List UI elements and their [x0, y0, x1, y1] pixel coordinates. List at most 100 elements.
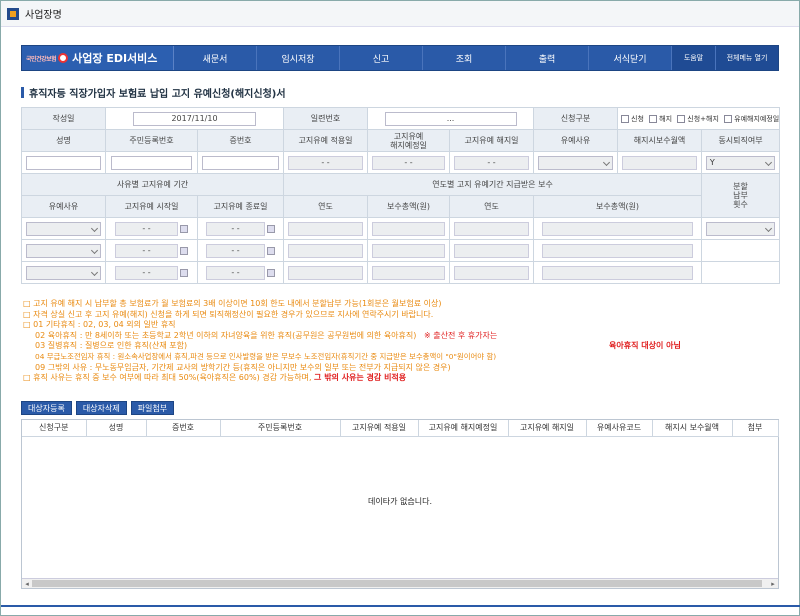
grid-col-cancel[interactable]: 고지유예 해지일	[508, 420, 587, 437]
calendar-icon[interactable]	[180, 268, 189, 277]
total-3a[interactable]	[372, 265, 445, 280]
nav-report[interactable]: 신고	[340, 46, 423, 70]
total-2b[interactable]	[542, 243, 693, 258]
logo-circle-icon	[58, 53, 69, 63]
date-change-checkbox[interactable]	[724, 114, 733, 123]
attach-file-button[interactable]: 파일첨부	[130, 401, 175, 415]
brand-name: 사업장 EDI서비스	[72, 52, 158, 65]
empty-message: 데이타가 없습니다.	[368, 497, 432, 506]
note-text: 03 질병휴직 : 질병으로 인한 휴직(산재 포함)	[35, 341, 188, 351]
col-installments: 분할 납부 횟수	[701, 173, 781, 218]
note-text: 02 육아휴직 : 만 8세이하 또는 초등학교 2학년 이하의 자녀양육을 위…	[35, 330, 417, 340]
apply-checkbox[interactable]	[621, 114, 630, 123]
col-total2: 보수총액(원)	[533, 195, 703, 218]
cancel-date-input[interactable]: - -	[454, 155, 529, 170]
start-date-3[interactable]: - -	[114, 265, 179, 280]
scroll-left-icon[interactable]: ◂	[22, 579, 32, 589]
year-3b[interactable]	[454, 265, 529, 280]
nav-help[interactable]: 도움말	[672, 46, 716, 70]
cancel-option-label: 해지	[659, 114, 673, 123]
nav-inquiry[interactable]: 조회	[423, 46, 506, 70]
total-3b[interactable]	[542, 265, 693, 280]
col-reason: 유예사유	[533, 129, 619, 152]
reason-select[interactable]	[538, 155, 613, 170]
retire-select[interactable]: Y	[705, 155, 776, 170]
brand-mark: 국민건강보험	[26, 55, 57, 63]
apply-date-input[interactable]: - -	[288, 155, 363, 170]
note-warn: ※ 출산전 후 휴가자는	[424, 330, 498, 340]
total-1b[interactable]	[542, 221, 693, 236]
calendar-icon[interactable]	[180, 224, 189, 233]
year-1b[interactable]	[454, 221, 529, 236]
grid-col-card[interactable]: 증번호	[146, 420, 221, 437]
nav-all-menu[interactable]: 전체메뉴 열기	[716, 46, 778, 70]
calendar-icon[interactable]	[267, 246, 276, 255]
note-warn: 육아휴직 대상이 아님	[609, 341, 681, 351]
calendar-icon[interactable]	[267, 224, 276, 233]
page-title-text: 휴직자등 직장가입자 보험료 납입 고지 유예신청(해지신청)서	[29, 89, 286, 100]
serial-field[interactable]: ...	[384, 111, 517, 126]
calendar-icon[interactable]	[267, 268, 276, 277]
application-form: 작성일 2017/11/10 일련번호 ... 신청구분 신청 해지 신청+해지…	[20, 107, 781, 284]
scroll-right-icon[interactable]: ▸	[768, 579, 778, 589]
scroll-thumb[interactable]	[32, 580, 762, 587]
total-1a[interactable]	[372, 221, 445, 236]
nav-print[interactable]: 출력	[506, 46, 589, 70]
top-nav: 국민건강보험 사업장 EDI서비스 새문서 임시저장 신고 조회 출력 서식닫기…	[21, 45, 779, 71]
target-grid: 신청구분 성명 증번호 주민등록번호 고지유예 적용일 고지유예 해지예정일 고…	[21, 419, 779, 589]
monthly-pay-input[interactable]	[622, 155, 697, 170]
bottom-border	[1, 605, 800, 607]
nav-temp-save[interactable]: 임시저장	[257, 46, 340, 70]
page-title: 휴직자등 직장가입자 보험료 납입 고지 유예신청(해지신청)서	[21, 85, 286, 100]
app-icon	[7, 7, 19, 20]
app-window: 사업장명 국민건강보험 사업장 EDI서비스 새문서 임시저장 신고 조회 출력…	[0, 0, 800, 616]
apply-cancel-checkbox[interactable]	[677, 114, 686, 123]
grid-col-attach[interactable]: 첨부	[732, 420, 779, 437]
apply-type-options: 신청 해지 신청+해지 유예해지예정일변경	[617, 107, 781, 130]
delete-target-button[interactable]: 대상자삭제	[75, 401, 127, 415]
brand-logo[interactable]: 국민건강보험 사업장 EDI서비스	[22, 46, 174, 70]
name-input[interactable]	[26, 155, 101, 170]
start-date-2[interactable]: - -	[114, 243, 179, 258]
installment-select[interactable]	[705, 221, 776, 236]
grid-col-reason[interactable]: 유예사유코드	[586, 420, 653, 437]
grid-col-planned[interactable]: 고지유예 해지예정일	[418, 420, 509, 437]
col-year2: 연도	[449, 195, 535, 218]
col-end: 고지유예 종료일	[196, 195, 285, 218]
calendar-icon[interactable]	[180, 246, 189, 255]
year-2b[interactable]	[454, 243, 529, 258]
end-date-3[interactable]: - -	[205, 265, 266, 280]
nav-close-form[interactable]: 서식닫기	[589, 46, 672, 70]
start-date-1[interactable]: - -	[114, 221, 179, 236]
horizontal-scrollbar[interactable]: ◂ ▸	[22, 578, 778, 588]
col-planned-cancel: 고지유예 해지예정일	[367, 129, 451, 152]
serial-label: 일련번호	[283, 107, 369, 130]
card-no-input[interactable]	[202, 155, 279, 170]
end-date-1[interactable]: - -	[205, 221, 266, 236]
grid-col-apply[interactable]: 고지유예 적용일	[340, 420, 419, 437]
note-warn: 그 밖의 사유는 경감 비적용	[314, 373, 407, 383]
year-1a[interactable]	[288, 221, 363, 236]
notes-block: □ 고지 유예 해지 시 납부할 총 보험료가 월 보험료의 3배 이상이면 1…	[23, 299, 779, 384]
grid-col-type[interactable]: 신청구분	[22, 420, 87, 437]
section-pay: 연도별 고지 유예기간 지급받은 보수	[283, 173, 703, 196]
year-3a[interactable]	[288, 265, 363, 280]
grid-col-name[interactable]: 성명	[86, 420, 147, 437]
cancel-checkbox[interactable]	[649, 114, 658, 123]
period-reason-select-3[interactable]	[26, 265, 101, 280]
total-2a[interactable]	[372, 243, 445, 258]
period-reason-select-1[interactable]	[26, 221, 101, 236]
planned-cancel-input[interactable]: - -	[372, 155, 445, 170]
col-retire: 동시퇴직여부	[701, 129, 781, 152]
end-date-2[interactable]: - -	[205, 243, 266, 258]
rrn-input[interactable]	[110, 155, 193, 170]
grid-col-pay[interactable]: 해지시 보수월액	[652, 420, 733, 437]
nav-new-doc[interactable]: 새문서	[174, 46, 257, 70]
year-2a[interactable]	[288, 243, 363, 258]
period-reason-select-2[interactable]	[26, 243, 101, 258]
col-name: 성명	[21, 129, 106, 152]
register-target-button[interactable]: 대상자등록	[21, 401, 72, 415]
grid-col-rrn[interactable]: 주민등록번호	[220, 420, 341, 437]
note-line: 02 육아휴직 : 만 8세이하 또는 초등학교 2학년 이하의 자녀양육을 위…	[23, 331, 779, 342]
date-field[interactable]: 2017/11/10	[132, 111, 257, 126]
